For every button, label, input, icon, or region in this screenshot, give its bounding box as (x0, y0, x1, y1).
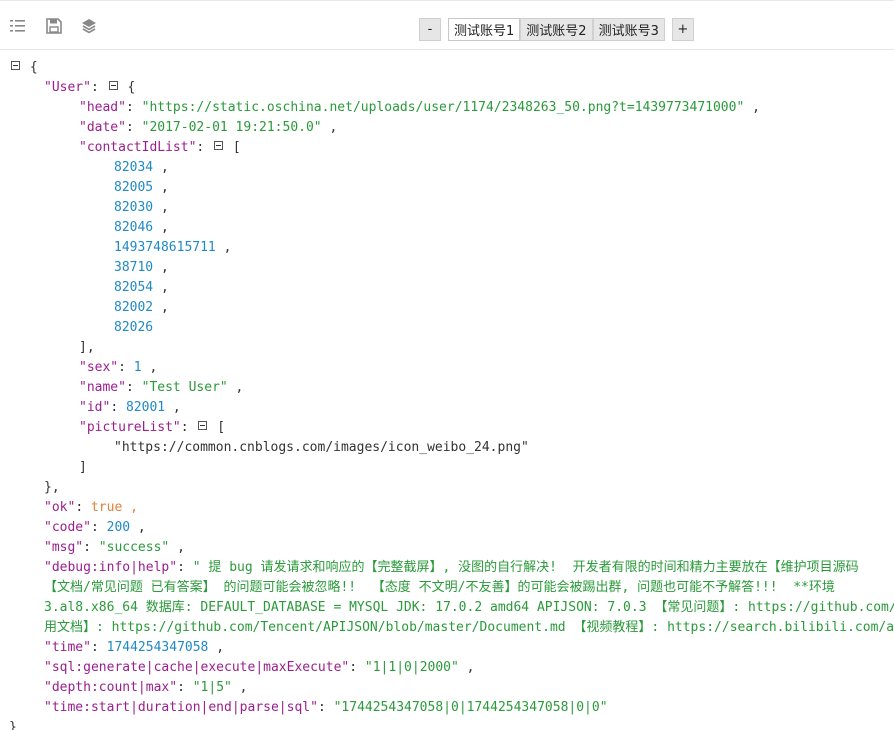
collapse-toggle-contact-list[interactable] (214, 141, 224, 150)
save-icon[interactable] (45, 17, 63, 35)
json-line-contact-item: 82002 , (114, 300, 169, 315)
json-line-ok: "ok": true , (44, 500, 138, 515)
json-line-timing: "time:start|duration|end|parse|sql": "17… (44, 700, 608, 715)
json-line-time: "time": 1744254347058 , (44, 640, 225, 655)
tab-account-1[interactable]: 测试账号1 (448, 18, 521, 41)
json-line-id: "id": 82001 , (79, 400, 181, 415)
json-line-debug-wrap: 3.al8.x86_64 数据库: DEFAULT_DATABASE = MYS… (44, 600, 894, 615)
collapse-toggle-picture-list[interactable] (198, 421, 208, 430)
json-line-contact-item: 82005 , (114, 180, 169, 195)
json-line-sql: "sql:generate|cache|execute|maxExecute":… (44, 660, 475, 675)
json-line-root-close: } (9, 720, 17, 730)
json-line-contact-item: 82034 , (114, 160, 169, 175)
json-line-debug-wrap: 【文档/常见问题 已有答案】 的问题可能会被忽略!! 【态度 不文明/不友善】的… (44, 580, 835, 595)
json-line-sex: "sex": 1 , (79, 360, 158, 375)
json-line-contact-item: 82054 , (114, 280, 169, 295)
json-line-head: "head": "https://static.oschina.net/uplo… (79, 100, 760, 115)
json-line-root-open: { (9, 58, 38, 78)
layers-icon[interactable] (80, 17, 98, 35)
json-line-contact-item: 38710 , (114, 260, 169, 275)
json-line-contact-item: 82026 (114, 320, 154, 335)
tab-account-2[interactable]: 测试账号2 (520, 18, 593, 41)
json-line-picture-close: ] (79, 460, 87, 475)
remove-account-button[interactable]: - (419, 18, 441, 41)
json-line-contact-close: ], (79, 340, 95, 355)
json-line-debug: "debug:info|help": " 提 bug 请发请求和响应的【完整截屏… (44, 560, 859, 575)
json-line-picture-list: "pictureList": [ (79, 420, 226, 435)
json-viewer: { "User": { "head": "https://static.osch… (0, 56, 894, 730)
collapse-toggle-user[interactable] (108, 81, 118, 90)
json-line-date: "date": "2017-02-01 19:21:50.0" , (79, 120, 338, 135)
json-line-msg: "msg": "success" , (44, 540, 185, 555)
json-line-contact-item: 82046 , (114, 220, 169, 235)
json-line-user: "User": { (44, 80, 136, 95)
json-line-debug-wrap: 用文档】: https://github.com/Tencent/APIJSON… (44, 620, 894, 635)
add-account-button[interactable]: + (671, 18, 694, 41)
json-line-code: "code": 200 , (44, 520, 146, 535)
json-line-contact-list: "contactIdList": [ (79, 140, 241, 155)
json-line-contact-item: 1493748615711 , (114, 240, 232, 255)
json-line-name: "name": "Test User" , (79, 380, 244, 395)
account-tabs: - 测试账号1 测试账号2 测试账号3 + (419, 18, 694, 41)
line-number-icon[interactable] (9, 17, 27, 35)
collapse-toggle-root[interactable] (11, 61, 20, 70)
tab-account-3[interactable]: 测试账号3 (592, 18, 665, 41)
toolbar: - 测试账号1 测试账号2 测试账号3 + (0, 0, 894, 50)
json-line-user-close: }, (44, 480, 60, 495)
json-line-contact-item: 82030 , (114, 200, 169, 215)
json-line-depth: "depth:count|max": "1|5" , (44, 680, 248, 695)
json-line-picture-item: "https://common.cnblogs.com/images/icon_… (114, 440, 529, 455)
